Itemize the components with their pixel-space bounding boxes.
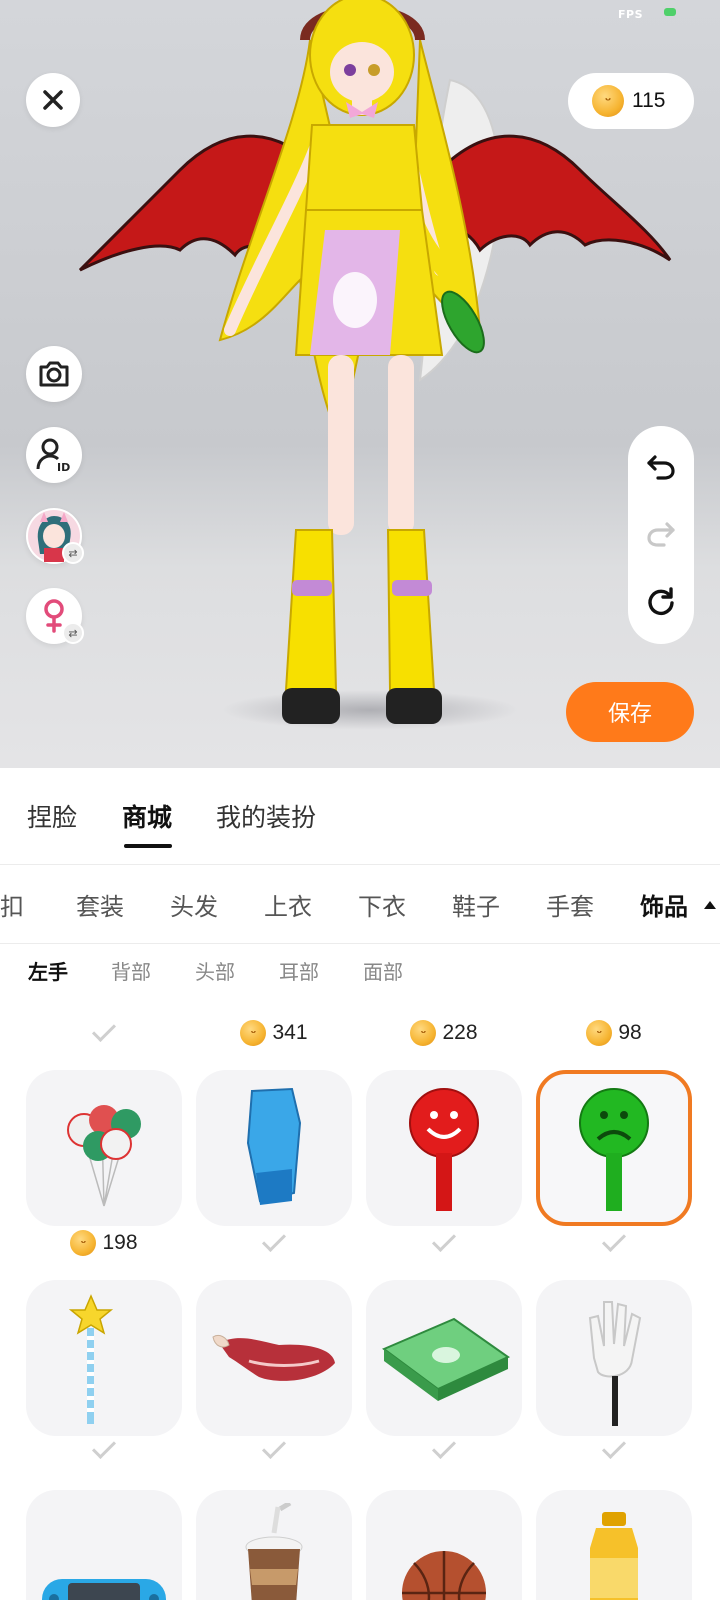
item-card-raw-meat[interactable] [196, 1280, 352, 1436]
reset-icon[interactable] [646, 586, 676, 617]
check-icon [91, 1434, 117, 1460]
camera-button[interactable] [26, 346, 82, 402]
item-card-green-sad-sign[interactable] [536, 1070, 692, 1226]
item-owned-check [196, 1432, 352, 1468]
category-shoes[interactable]: 鞋子 [452, 887, 500, 922]
category-divider [0, 943, 720, 944]
item-owned-check [366, 1432, 522, 1468]
coin-balance-value: 115 [632, 89, 666, 112]
item-price: ᵕ 198 [26, 1225, 182, 1261]
item-price: ᵕ 228 [366, 1015, 522, 1051]
category-tops[interactable]: 上衣 [264, 887, 312, 922]
avatar-preview-stage[interactable]: FPS ᵕ 115 ID ⇄ ⇄ 保存 [0, 0, 720, 768]
green-sad-sign-image [579, 1088, 649, 1211]
close-button[interactable] [26, 73, 80, 127]
close-icon [43, 90, 63, 110]
item-card-game-console[interactable] [26, 1490, 182, 1600]
rabbit-coin-icon: ᵕ [586, 1020, 613, 1046]
item-card-cash-stack[interactable] [366, 1280, 522, 1436]
main-tabs: 捏脸 商城 我的装扮 [0, 768, 720, 864]
category-sets[interactable]: 套装 [76, 887, 124, 922]
item-owned-check [26, 1432, 182, 1468]
red-smile-sign-image [409, 1088, 479, 1211]
check-icon [431, 1227, 457, 1253]
caret-up-icon[interactable] [704, 901, 716, 909]
item-card-balloons[interactable] [26, 1070, 182, 1226]
user-id-icon: ID [36, 438, 70, 473]
undo-icon[interactable] [646, 453, 676, 481]
item-card-star-wand[interactable] [26, 1280, 182, 1436]
subcategory-left-hand[interactable]: 左手 [28, 956, 68, 985]
item-owned-check [366, 1225, 522, 1261]
edit-history-panel [628, 426, 694, 644]
balloons-image [67, 1105, 141, 1207]
profile-id-button[interactable]: ID [26, 427, 82, 483]
check-icon [601, 1434, 627, 1460]
boxing-glove-image [246, 1087, 302, 1205]
shop-sheet: 捏脸 商城 我的装扮 折扣 套装 头发 上衣 下衣 鞋子 手套 饰品 左手 背部… [0, 768, 720, 1600]
game-console-image [42, 1579, 166, 1600]
rabbit-coin-icon: ᵕ [240, 1020, 267, 1046]
fps-indicator: FPS [618, 8, 643, 21]
rabbit-coin-icon: ᵕ [592, 85, 624, 117]
rabbit-coin-icon: ᵕ [70, 1230, 97, 1256]
item-price: ᵕ 98 [536, 1015, 692, 1051]
camera-icon [39, 361, 69, 387]
check-icon [601, 1227, 627, 1253]
category-accessories[interactable]: 饰品 [640, 887, 688, 922]
star-wand-image [69, 1294, 114, 1424]
cash-stack-image [382, 1317, 511, 1401]
save-button[interactable]: 保存 [566, 682, 694, 742]
subcategory-tabs: 左手 背部 头部 耳部 面部 [0, 956, 720, 996]
fps-status-dot [664, 8, 676, 16]
item-owned-check [536, 1225, 692, 1261]
item-card-boxing-glove[interactable] [196, 1070, 352, 1226]
drink-bottle-image [590, 1512, 638, 1600]
item-card-white-glove-stick[interactable] [536, 1280, 692, 1436]
redo-icon[interactable] [646, 520, 676, 548]
rabbit-coin-icon: ᵕ [410, 1020, 437, 1046]
item-owned-check [536, 1432, 692, 1468]
category-discount[interactable]: 折扣 [0, 887, 24, 922]
item-card-red-smile-sign[interactable] [366, 1070, 522, 1226]
basketball-image [402, 1551, 486, 1600]
tab-face[interactable]: 捏脸 [27, 798, 77, 834]
switch-gender-button[interactable]: ⇄ [26, 588, 84, 644]
tab-my-outfits[interactable]: 我的装扮 [216, 798, 316, 834]
active-tab-indicator [124, 844, 172, 848]
switch-avatar-button[interactable]: ⇄ [26, 508, 84, 564]
subcategory-ears[interactable]: 耳部 [279, 956, 319, 985]
item-price: ᵕ 341 [196, 1015, 352, 1051]
svg-text:ID: ID [57, 461, 70, 473]
item-card-basketball[interactable] [366, 1490, 522, 1600]
category-bottoms[interactable]: 下衣 [358, 887, 406, 922]
coffee-cup-image [245, 1503, 303, 1600]
check-icon [261, 1227, 287, 1253]
check-icon [91, 1017, 117, 1043]
subcategory-head[interactable]: 头部 [195, 956, 235, 985]
raw-meat-image [212, 1334, 335, 1381]
subcategory-back[interactable]: 背部 [111, 956, 151, 985]
subcategory-face[interactable]: 面部 [363, 956, 403, 985]
check-icon [431, 1434, 457, 1460]
item-owned-check [196, 1225, 352, 1261]
item-owned-check [26, 1015, 182, 1051]
white-glove-stick-image [588, 1301, 642, 1426]
category-tabs[interactable]: 折扣 套装 头发 上衣 下衣 鞋子 手套 饰品 [0, 865, 720, 943]
category-hair[interactable]: 头发 [170, 887, 218, 922]
swap-icon: ⇄ [62, 622, 84, 644]
category-gloves[interactable]: 手套 [546, 887, 594, 922]
coin-balance[interactable]: ᵕ 115 [568, 73, 694, 129]
check-icon [261, 1434, 287, 1460]
swap-icon: ⇄ [62, 542, 84, 564]
item-card-drink-bottle[interactable] [536, 1490, 692, 1600]
tab-shop[interactable]: 商城 [122, 798, 172, 834]
item-card-coffee-cup[interactable] [196, 1490, 352, 1600]
